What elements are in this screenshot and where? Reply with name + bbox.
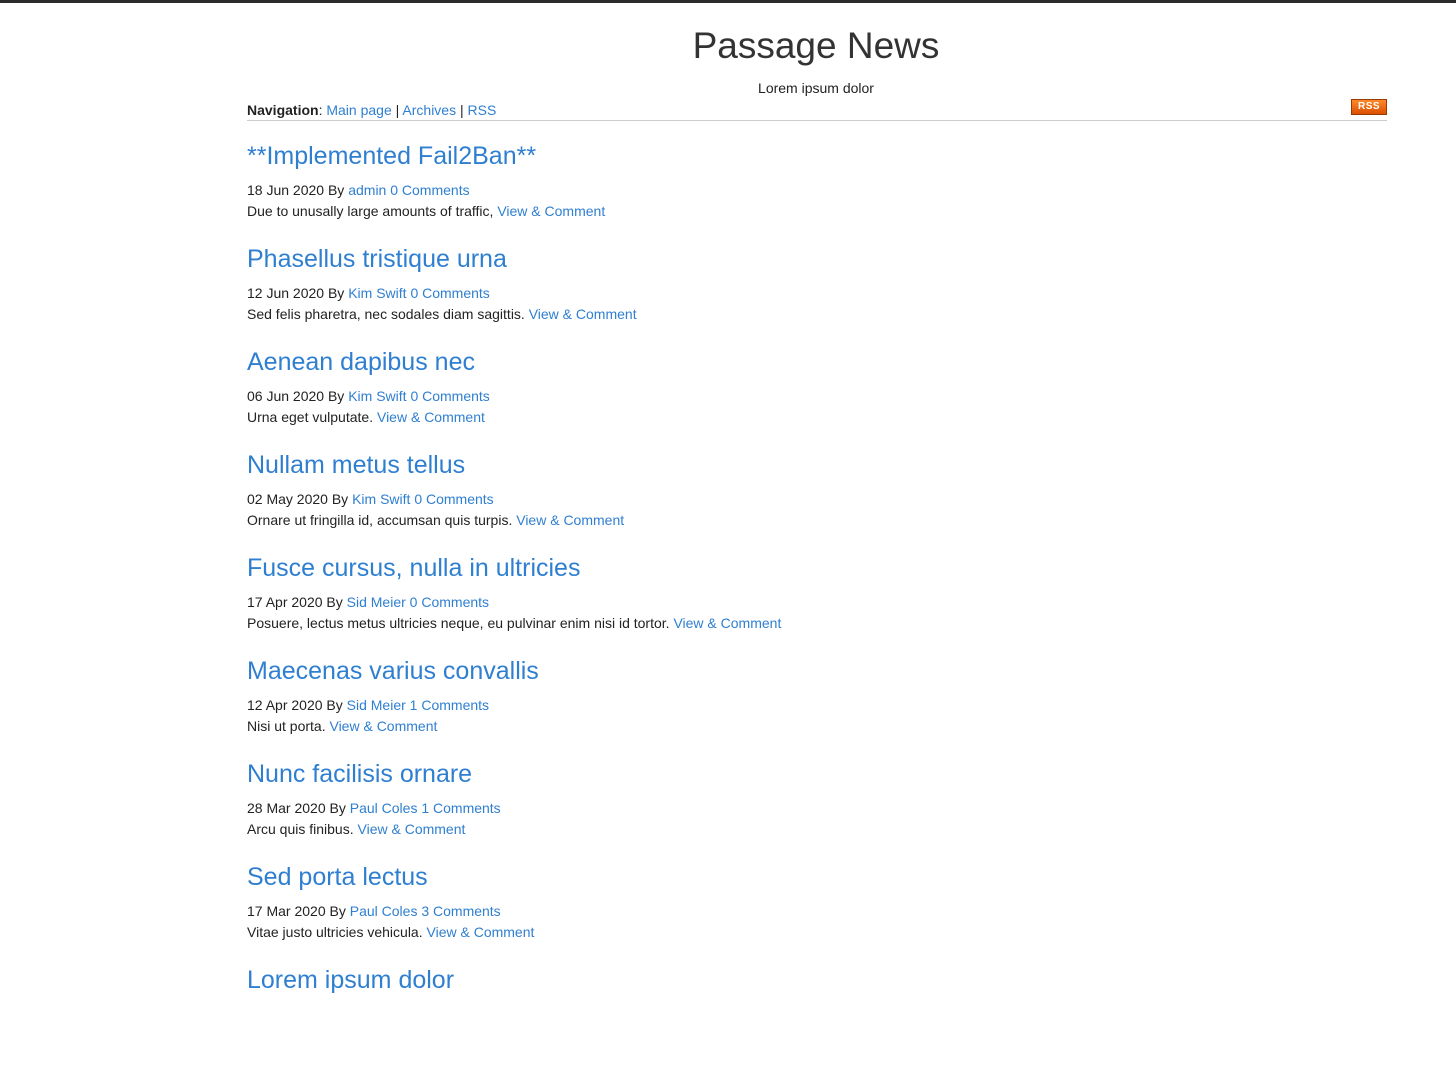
post-by: By bbox=[329, 903, 346, 919]
post-date: 02 May 2020 bbox=[247, 491, 328, 507]
post-comments-link[interactable]: 1 Comments bbox=[410, 697, 489, 713]
post-excerpt: Vitae justo ultricies vehicula. View & C… bbox=[247, 922, 1387, 943]
post-author-link[interactable]: Paul Coles bbox=[350, 800, 418, 816]
post-excerpt-text: Vitae justo ultricies vehicula. bbox=[247, 924, 423, 940]
view-comment-link[interactable]: View & Comment bbox=[516, 512, 624, 528]
view-comment-link[interactable]: View & Comment bbox=[377, 409, 485, 425]
post-by: By bbox=[327, 285, 345, 301]
post-meta: 17 Mar 2020 By Paul Coles 3 Comments bbox=[247, 901, 1387, 922]
site-title: Passage News bbox=[692, 25, 940, 66]
post-title-link[interactable]: **Implemented Fail2Ban** bbox=[247, 138, 1387, 174]
post-author-link[interactable]: Paul Coles bbox=[350, 903, 418, 919]
post-date: 06 Jun 2020 bbox=[247, 388, 325, 404]
post-author-link[interactable]: Kim Swift bbox=[348, 388, 406, 404]
post-item: Phasellus tristique urna 12 Jun 2020 By … bbox=[247, 241, 1387, 344]
post-title-link[interactable]: Lorem ipsum dolor bbox=[247, 962, 1387, 998]
post-excerpt-text: Nisi ut porta. bbox=[247, 718, 326, 734]
post-meta: 28 Mar 2020 By Paul Coles 1 Comments bbox=[247, 798, 1387, 819]
nav-separator: | bbox=[456, 102, 468, 118]
post-excerpt: Posuere, lectus metus ultricies neque, e… bbox=[247, 613, 1387, 634]
post-excerpt-text: Posuere, lectus metus ultricies neque, e… bbox=[247, 615, 670, 631]
post-excerpt-text: Arcu quis finibus. bbox=[247, 821, 354, 837]
post-title-link[interactable]: Fusce cursus, nulla in ultricies bbox=[247, 550, 1387, 586]
post-comments-link[interactable]: 0 Comments bbox=[410, 285, 489, 301]
view-comment-link[interactable]: View & Comment bbox=[427, 924, 535, 940]
post-title-link[interactable]: Nunc facilisis ornare bbox=[247, 756, 1387, 792]
nav-link-rss[interactable]: RSS bbox=[468, 102, 497, 118]
post-meta: 18 Jun 2020 By admin 0 Comments bbox=[247, 180, 1387, 201]
post-excerpt: Ornare ut fringilla id, accumsan quis tu… bbox=[247, 510, 1387, 531]
post-item: Fusce cursus, nulla in ultricies 17 Apr … bbox=[247, 550, 1387, 653]
post-author-link[interactable]: Sid Meier bbox=[347, 697, 406, 713]
post-meta: 12 Apr 2020 By Sid Meier 1 Comments bbox=[247, 695, 1387, 716]
navigation-bar: Navigation: Main page | Archives | RSS R… bbox=[247, 99, 1387, 121]
post-excerpt: Arcu quis finibus. View & Comment bbox=[247, 819, 1387, 840]
post-author-link[interactable]: Sid Meier bbox=[347, 594, 406, 610]
post-excerpt-text: Urna eget vulputate. bbox=[247, 409, 374, 425]
post-item: Maecenas varius convallis 12 Apr 2020 By… bbox=[247, 653, 1387, 756]
post-comments-link[interactable]: 1 Comments bbox=[421, 800, 500, 816]
nav-link-archives[interactable]: Archives bbox=[402, 102, 456, 118]
post-item: **Implemented Fail2Ban** 18 Jun 2020 By … bbox=[247, 138, 1387, 241]
post-title-link[interactable]: Aenean dapibus nec bbox=[247, 344, 1387, 380]
post-date: 17 Apr 2020 bbox=[247, 594, 323, 610]
post-item: Aenean dapibus nec 06 Jun 2020 By Kim Sw… bbox=[247, 344, 1387, 447]
post-comments-link[interactable]: 0 Comments bbox=[410, 594, 489, 610]
post-title-link[interactable]: Phasellus tristique urna bbox=[247, 241, 1387, 277]
post-comments-link[interactable]: 0 Comments bbox=[410, 388, 489, 404]
post-date: 28 Mar 2020 bbox=[247, 800, 326, 816]
site-subtitle: Lorem ipsum dolor bbox=[758, 80, 874, 96]
nav-separator: | bbox=[391, 102, 403, 118]
post-title-link[interactable]: Nullam metus tellus bbox=[247, 447, 1387, 483]
post-comments-link[interactable]: 3 Comments bbox=[421, 903, 500, 919]
post-item: Lorem ipsum dolor bbox=[247, 962, 1387, 1065]
view-comment-link[interactable]: View & Comment bbox=[329, 718, 437, 734]
post-by: By bbox=[326, 594, 343, 610]
post-author-link[interactable]: Kim Swift bbox=[348, 285, 406, 301]
post-comments-link[interactable]: 0 Comments bbox=[414, 491, 493, 507]
post-meta: 02 May 2020 By Kim Swift 0 Comments bbox=[247, 489, 1387, 510]
view-comment-link[interactable]: View & Comment bbox=[673, 615, 781, 631]
post-author-link[interactable]: admin bbox=[348, 182, 386, 198]
post-meta: 17 Apr 2020 By Sid Meier 0 Comments bbox=[247, 592, 1387, 613]
post-by: By bbox=[329, 800, 346, 816]
post-by: By bbox=[327, 388, 345, 404]
navigation-label: Navigation bbox=[247, 102, 319, 118]
nav-link-main-page[interactable]: Main page bbox=[326, 102, 391, 118]
post-list: **Implemented Fail2Ban** 18 Jun 2020 By … bbox=[247, 138, 1387, 1065]
view-comment-link[interactable]: View & Comment bbox=[529, 306, 637, 322]
post-date: 18 Jun 2020 bbox=[247, 182, 325, 198]
post-title-link[interactable]: Maecenas varius convallis bbox=[247, 653, 1387, 689]
post-excerpt-text: Due to unusally large amounts of traffic… bbox=[247, 203, 494, 219]
view-comment-link[interactable]: View & Comment bbox=[358, 821, 466, 837]
post-item: Nullam metus tellus 02 May 2020 By Kim S… bbox=[247, 447, 1387, 550]
post-excerpt: Nisi ut porta. View & Comment bbox=[247, 716, 1387, 737]
post-excerpt-text: Ornare ut fringilla id, accumsan quis tu… bbox=[247, 512, 513, 528]
post-by: By bbox=[326, 697, 343, 713]
post-date: 12 Apr 2020 bbox=[247, 697, 323, 713]
post-excerpt: Urna eget vulputate. View & Comment bbox=[247, 407, 1387, 428]
post-by: By bbox=[327, 182, 345, 198]
post-comments-link[interactable]: 0 Comments bbox=[390, 182, 469, 198]
post-item: Nunc facilisis ornare 28 Mar 2020 By Pau… bbox=[247, 756, 1387, 859]
post-item: Sed porta lectus 17 Mar 2020 By Paul Col… bbox=[247, 859, 1387, 962]
post-meta: 06 Jun 2020 By Kim Swift 0 Comments bbox=[247, 386, 1387, 407]
rss-feed-icon[interactable]: RSS bbox=[1351, 99, 1387, 115]
post-excerpt: Sed felis pharetra, nec sodales diam sag… bbox=[247, 304, 1387, 325]
post-date: 12 Jun 2020 bbox=[247, 285, 325, 301]
post-by: By bbox=[331, 491, 349, 507]
post-date: 17 Mar 2020 bbox=[247, 903, 326, 919]
post-meta: 12 Jun 2020 By Kim Swift 0 Comments bbox=[247, 283, 1387, 304]
post-title-link[interactable]: Sed porta lectus bbox=[247, 859, 1387, 895]
post-excerpt: Due to unusally large amounts of traffic… bbox=[247, 201, 1387, 222]
view-comment-link[interactable]: View & Comment bbox=[497, 203, 605, 219]
post-author-link[interactable]: Kim Swift bbox=[352, 491, 410, 507]
top-border bbox=[0, 0, 1456, 3]
post-excerpt-text: Sed felis pharetra, nec sodales diam sag… bbox=[247, 306, 525, 322]
